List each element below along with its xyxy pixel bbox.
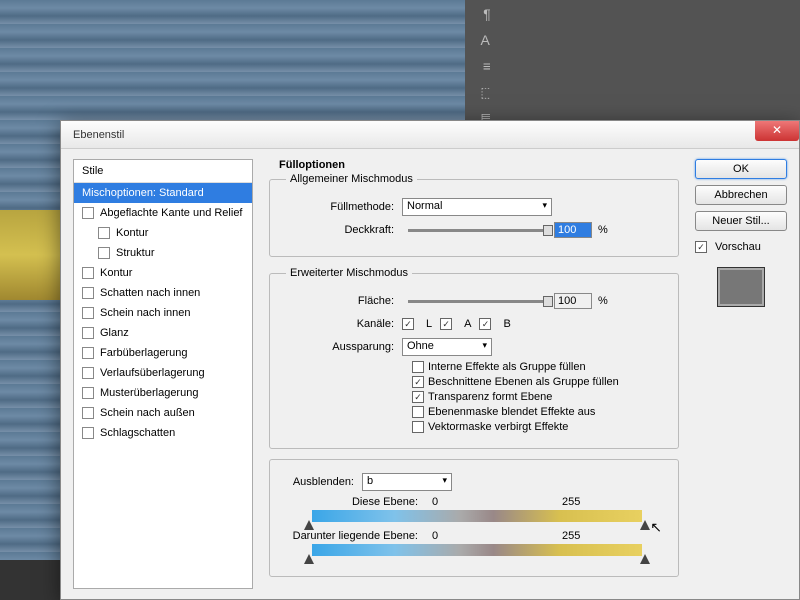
style-item-1[interactable]: Abgeflachte Kante und Relief	[74, 203, 252, 223]
style-checkbox-1[interactable]	[82, 207, 94, 219]
style-checkbox-5[interactable]	[82, 287, 94, 299]
under-layer-label: Darunter liegende Ebene:	[282, 530, 432, 542]
style-label: Verlaufsüberlagerung	[100, 367, 205, 379]
style-label: Struktur	[116, 247, 155, 259]
style-checkbox-4[interactable]	[82, 267, 94, 279]
style-item-3[interactable]: Struktur	[74, 243, 252, 263]
style-label: Musterüberlagerung	[100, 387, 198, 399]
style-label: Schein nach innen	[100, 307, 191, 319]
channel-a-checkbox[interactable]	[440, 318, 452, 330]
this-layer-handle-low[interactable]	[304, 520, 314, 530]
style-label: Abgeflachte Kante und Relief	[100, 207, 243, 219]
this-layer-high: 255	[562, 496, 580, 508]
cb-vector-mask-hides[interactable]	[412, 421, 424, 433]
cb-layer-mask-hides[interactable]	[412, 406, 424, 418]
layers-panel: Art Normal Deckkraft: 100% Fixieren: Flä…	[490, 0, 800, 120]
style-checkbox-3[interactable]	[98, 247, 110, 259]
close-button[interactable]: ✕	[755, 121, 799, 141]
style-label: Farbüberlagerung	[100, 347, 187, 359]
style-item-12[interactable]: Schlagschatten	[74, 423, 252, 443]
knockout-dropdown[interactable]: Ohne	[402, 338, 492, 356]
cb-transparency-shapes[interactable]	[412, 391, 424, 403]
opacity-slider[interactable]	[408, 229, 548, 232]
advanced-blend-group: Erweiterter Mischmodus Fläche: 100 % Kan…	[269, 267, 679, 449]
style-item-8[interactable]: Farbüberlagerung	[74, 343, 252, 363]
general-blend-legend: Allgemeiner Mischmodus	[286, 173, 417, 185]
style-checkbox-7[interactable]	[82, 327, 94, 339]
under-layer-handle-low[interactable]	[304, 554, 314, 564]
cursor-icon: ↖	[650, 519, 662, 536]
fill-slider[interactable]	[408, 300, 548, 303]
blendif-dropdown[interactable]: b	[362, 473, 452, 491]
cb-internal-effects[interactable]	[412, 361, 424, 373]
blend-method-dropdown[interactable]: Normal	[402, 198, 552, 216]
opacity-input[interactable]: 100	[554, 222, 592, 238]
dialog-buttons: OK Abbrechen Neuer Stil... Vorschau	[695, 159, 787, 589]
layer-style-dialog: Ebenenstil ✕ Stile Mischoptionen: Standa…	[60, 120, 800, 600]
preview-label: Vorschau	[715, 241, 761, 253]
blendif-label: Ausblenden:	[278, 476, 362, 488]
under-layer-high: 255	[562, 530, 580, 542]
style-item-2[interactable]: Kontur	[74, 223, 252, 243]
style-item-0[interactable]: Mischoptionen: Standard	[74, 183, 252, 203]
style-label: Mischoptionen: Standard	[82, 187, 204, 199]
style-label: Schlagschatten	[100, 427, 175, 439]
ok-button[interactable]: OK	[695, 159, 787, 179]
blend-method-label: Füllmethode:	[282, 201, 402, 213]
under-layer-low: 0	[432, 530, 562, 542]
style-item-7[interactable]: Glanz	[74, 323, 252, 343]
style-item-6[interactable]: Schein nach innen	[74, 303, 252, 323]
under-layer-handle-high[interactable]	[640, 554, 650, 564]
style-label: Schein nach außen	[100, 407, 195, 419]
dialog-titlebar[interactable]: Ebenenstil ✕	[61, 121, 799, 149]
style-checkbox-12[interactable]	[82, 427, 94, 439]
style-label: Glanz	[100, 327, 129, 339]
knockout-label: Aussparung:	[282, 341, 402, 353]
style-label: Schatten nach innen	[100, 287, 200, 299]
style-item-9[interactable]: Verlaufsüberlagerung	[74, 363, 252, 383]
style-label: Kontur	[116, 227, 148, 239]
style-label: Kontur	[100, 267, 132, 279]
style-checkbox-10[interactable]	[82, 387, 94, 399]
style-item-5[interactable]: Schatten nach innen	[74, 283, 252, 303]
style-item-11[interactable]: Schein nach außen	[74, 403, 252, 423]
styles-list: Stile Mischoptionen: Standard Abgeflachte…	[73, 159, 253, 589]
fill-options-title: Fülloptionen	[279, 159, 679, 171]
general-blend-group: Allgemeiner Mischmodus Füllmethode: Norm…	[269, 173, 679, 257]
channel-b-checkbox[interactable]	[479, 318, 491, 330]
under-layer-gradient[interactable]	[312, 544, 642, 556]
dialog-title: Ebenenstil	[73, 129, 124, 141]
options-panel: Fülloptionen Allgemeiner Mischmodus Füll…	[265, 159, 683, 589]
style-checkbox-2[interactable]	[98, 227, 110, 239]
channels-label: Kanäle:	[282, 318, 402, 330]
cb-clipped-layers[interactable]	[412, 376, 424, 388]
style-checkbox-11[interactable]	[82, 407, 94, 419]
channel-l-checkbox[interactable]	[402, 318, 414, 330]
new-style-button[interactable]: Neuer Stil...	[695, 211, 787, 231]
style-item-10[interactable]: Musterüberlagerung	[74, 383, 252, 403]
advanced-blend-legend: Erweiterter Mischmodus	[286, 267, 412, 279]
style-checkbox-6[interactable]	[82, 307, 94, 319]
style-checkbox-9[interactable]	[82, 367, 94, 379]
style-item-4[interactable]: Kontur	[74, 263, 252, 283]
this-layer-label: Diese Ebene:	[282, 496, 432, 508]
this-layer-handle-high[interactable]	[640, 520, 650, 530]
blend-if-group: Ausblenden: b Diese Ebene: 0 255 ↖ Darun…	[269, 459, 679, 577]
styles-header: Stile	[74, 160, 252, 183]
opacity-label-dialog: Deckkraft:	[282, 224, 402, 236]
preview-checkbox[interactable]	[695, 241, 707, 253]
preview-swatch	[717, 267, 765, 307]
fill-input[interactable]: 100	[554, 293, 592, 309]
fill-label-dialog: Fläche:	[282, 295, 402, 307]
cancel-button[interactable]: Abbrechen	[695, 185, 787, 205]
this-layer-gradient[interactable]: ↖	[312, 510, 642, 522]
style-checkbox-8[interactable]	[82, 347, 94, 359]
this-layer-low: 0	[432, 496, 562, 508]
